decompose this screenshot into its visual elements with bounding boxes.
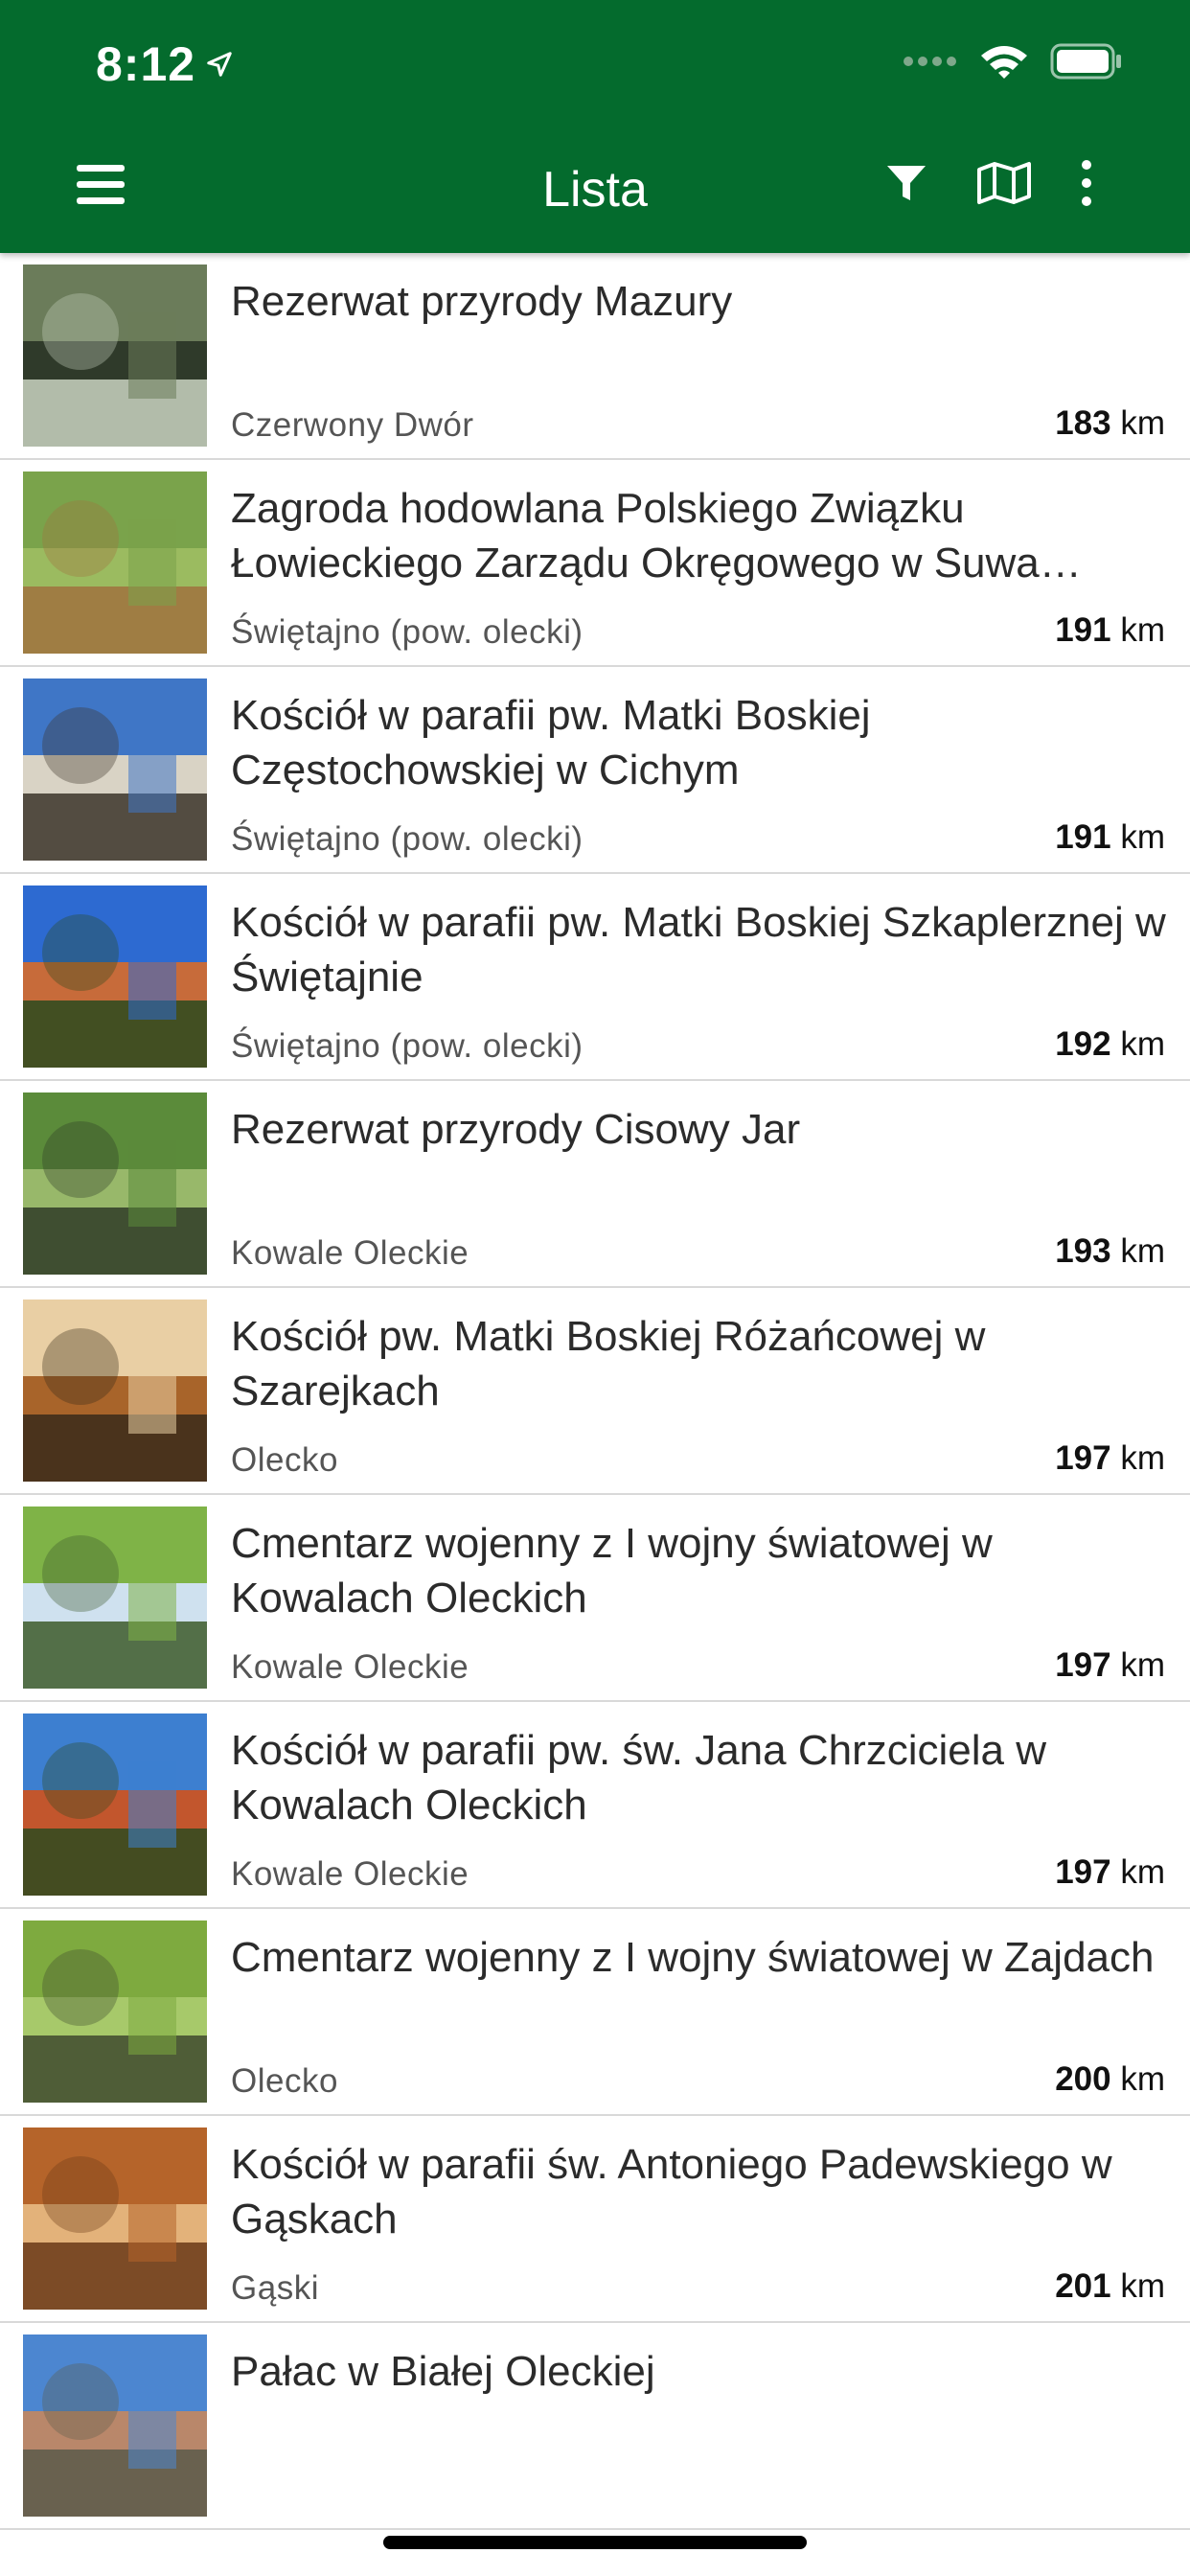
- list-item[interactable]: Rezerwat przyrody Cisowy Jar Kowale Oleck…: [0, 1081, 1190, 1288]
- distance-value: 197: [1055, 1853, 1111, 1891]
- distance-unit: km: [1120, 2060, 1165, 2098]
- place-thumbnail: [23, 1714, 207, 1896]
- place-thumbnail: [23, 264, 207, 447]
- place-title: Kościół pw. Matki Boskiej Różańcowej w S…: [231, 1313, 986, 1414]
- status-time-text: 8:12: [96, 37, 196, 91]
- place-title: Cmentarz wojenny z I wojny światowej w K…: [231, 1520, 993, 1622]
- place-location: Olecko: [231, 1441, 338, 1479]
- list-item[interactable]: Kościół w parafii św. Antoniego Padewski…: [0, 2116, 1190, 2323]
- place-distance: 197 km: [1055, 1646, 1165, 1685]
- distance-unit: km: [1120, 404, 1165, 442]
- distance-unit: km: [1120, 1853, 1165, 1891]
- place-location: Kowale Oleckie: [231, 1855, 469, 1893]
- place-distance: 191 km: [1055, 611, 1165, 650]
- place-location: Olecko: [231, 2062, 338, 2100]
- place-distance: 192 km: [1055, 1025, 1165, 1064]
- place-location: Czerwony Dwór: [231, 406, 474, 444]
- list-item[interactable]: Cmentarz wojenny z I wojny światowej w K…: [0, 1495, 1190, 1702]
- place-distance: 193 km: [1055, 1232, 1165, 1271]
- distance-value: 200: [1055, 2060, 1111, 2098]
- distance-value: 193: [1055, 1232, 1111, 1270]
- place-distance: 197 km: [1055, 1439, 1165, 1478]
- place-title: Rezerwat przyrody Mazury: [231, 278, 733, 325]
- filter-icon: [887, 166, 926, 200]
- app-header: 8:12 Lista: [0, 0, 1190, 253]
- distance-value: 197: [1055, 1439, 1111, 1477]
- distance-value: 197: [1055, 1646, 1111, 1684]
- distance-unit: km: [1120, 1025, 1165, 1063]
- place-location: Świętajno (pow. olecki): [231, 820, 584, 858]
- place-thumbnail: [23, 678, 207, 861]
- distance-unit: km: [1120, 1646, 1165, 1684]
- place-title: Kościół w parafii św. Antoniego Padewski…: [231, 2141, 1112, 2242]
- list-item[interactable]: Cmentarz wojenny z I wojny światowej w Z…: [0, 1909, 1190, 2116]
- list-item[interactable]: Kościół w parafii pw. Matki Boskiej Szka…: [0, 874, 1190, 1081]
- place-location: Świętajno (pow. olecki): [231, 613, 584, 651]
- distance-unit: km: [1120, 2267, 1165, 2305]
- list-item[interactable]: Rezerwat przyrody Mazury Czerwony Dwór 183…: [0, 253, 1190, 460]
- place-thumbnail: [23, 1920, 207, 2103]
- place-thumbnail: [23, 1300, 207, 1482]
- status-icons: [903, 42, 1123, 80]
- place-location: Kowale Oleckie: [231, 1648, 469, 1686]
- place-title: Pałac w Białej Oleckiej: [231, 2348, 655, 2395]
- place-thumbnail: [23, 472, 207, 654]
- map-button[interactable]: [975, 160, 1033, 206]
- place-title: Cmentarz wojenny z I wojny światowej w Z…: [231, 1934, 1155, 1981]
- place-location: Gąski: [231, 2269, 319, 2307]
- screen: 8:12 Lista Rezerwat przyrody Mazury Czer…: [0, 0, 1190, 2576]
- place-thumbnail: [23, 886, 207, 1068]
- distance-unit: km: [1120, 818, 1165, 856]
- place-title: Kościół w parafii pw. Matki Boskiej Częs…: [231, 692, 871, 794]
- distance-unit: km: [1120, 1232, 1165, 1270]
- distance-value: 183: [1055, 404, 1111, 442]
- place-distance: 197 km: [1055, 1853, 1165, 1892]
- distance-value: 192: [1055, 1025, 1111, 1063]
- place-title: Rezerwat przyrody Cisowy Jar: [231, 1106, 801, 1153]
- place-title: Kościół w parafii pw. św. Jana Chrzcicie…: [231, 1727, 1046, 1828]
- place-distance: 200 km: [1055, 2060, 1165, 2099]
- wifi-icon: [981, 46, 1027, 79]
- list-item[interactable]: Kościół pw. Matki Boskiej Różańcowej w S…: [0, 1288, 1190, 1495]
- place-thumbnail: [23, 2334, 207, 2517]
- list-item[interactable]: Zagroda hodowlana Polskiego Związku Łowi…: [0, 460, 1190, 667]
- home-indicator: [383, 2536, 807, 2549]
- filter-button[interactable]: [883, 160, 929, 206]
- place-distance: 191 km: [1055, 818, 1165, 857]
- list-item[interactable]: Kościół w parafii pw. św. Jana Chrzcicie…: [0, 1702, 1190, 1909]
- place-title: Kościół w parafii pw. Matki Boskiej Szka…: [231, 899, 1166, 1000]
- distance-unit: km: [1120, 611, 1165, 649]
- place-title: Zagroda hodowlana Polskiego Związku Łowi…: [231, 485, 1082, 586]
- status-time: 8:12: [96, 36, 234, 92]
- distance-value: 191: [1055, 611, 1111, 649]
- list-item[interactable]: Pałac w Białej Oleckiej: [0, 2323, 1190, 2530]
- cellular-signal-icon: [904, 57, 956, 66]
- more-options-button[interactable]: [1079, 159, 1094, 207]
- place-distance: 201 km: [1055, 2267, 1165, 2306]
- place-thumbnail: [23, 2128, 207, 2310]
- location-arrow-icon: [207, 52, 232, 77]
- place-distance: 183 km: [1055, 404, 1165, 443]
- nav-actions: [883, 159, 1094, 207]
- places-list[interactable]: Rezerwat przyrody Mazury Czerwony Dwór 183…: [0, 253, 1190, 2530]
- distance-value: 191: [1055, 818, 1111, 856]
- place-thumbnail: [23, 1092, 207, 1275]
- more-vertical-icon: [1082, 160, 1091, 206]
- battery-icon: [1050, 43, 1121, 80]
- distance-value: 201: [1055, 2267, 1111, 2305]
- place-location: Kowale Oleckie: [231, 1234, 469, 1272]
- place-location: Świętajno (pow. olecki): [231, 1027, 584, 1065]
- list-item[interactable]: Kościół w parafii pw. Matki Boskiej Częs…: [0, 667, 1190, 874]
- distance-unit: km: [1120, 1439, 1165, 1477]
- place-thumbnail: [23, 1506, 207, 1689]
- map-icon: [977, 162, 1031, 204]
